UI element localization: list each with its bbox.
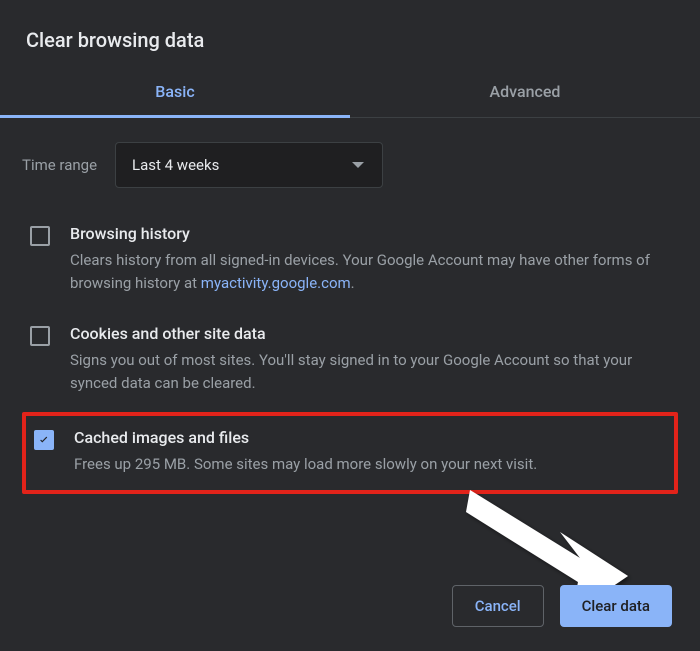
tab-advanced[interactable]: Advanced <box>350 70 700 117</box>
time-range-value: Last 4 weeks <box>132 156 219 174</box>
option-cookies: Cookies and other site data Signs you ou… <box>22 310 678 410</box>
option-browsing-history: Browsing history Clears history from all… <box>22 210 678 310</box>
option-body: Browsing history Clears history from all… <box>70 224 670 294</box>
tab-basic-label: Basic <box>155 82 194 101</box>
option-title: Browsing history <box>70 224 670 243</box>
dialog-title: Clear browsing data <box>0 0 700 70</box>
desc-text-pre: Clears history from all signed-in device… <box>70 251 650 292</box>
clear-data-button-label: Clear data <box>582 597 650 615</box>
tab-advanced-label: Advanced <box>490 82 561 101</box>
option-body: Cached images and files Frees up 295 MB.… <box>74 428 666 476</box>
checkbox-cached-images[interactable] <box>34 430 54 450</box>
myactivity-link[interactable]: myactivity.google.com <box>201 274 351 292</box>
cancel-button[interactable]: Cancel <box>452 585 544 627</box>
clear-data-button[interactable]: Clear data <box>560 585 672 627</box>
tab-basic[interactable]: Basic <box>0 70 350 118</box>
chevron-down-icon <box>352 162 364 168</box>
tabs: Basic Advanced <box>0 70 700 118</box>
time-range-select[interactable]: Last 4 weeks <box>115 142 383 188</box>
option-desc: Clears history from all signed-in device… <box>70 249 670 294</box>
desc-text-post: . <box>351 274 355 292</box>
clear-browsing-data-dialog: Clear browsing data Basic Advanced Time … <box>0 0 700 651</box>
option-title: Cached images and files <box>74 428 666 447</box>
checkbox-browsing-history[interactable] <box>30 226 50 246</box>
cancel-button-label: Cancel <box>475 597 521 615</box>
time-range-row: Time range Last 4 weeks <box>0 118 700 198</box>
annotation-highlight-box: Cached images and files Frees up 295 MB.… <box>22 412 678 494</box>
option-desc: Frees up 295 MB. Some sites may load mor… <box>74 453 666 476</box>
option-body: Cookies and other site data Signs you ou… <box>70 324 670 394</box>
checkbox-cookies[interactable] <box>30 326 50 346</box>
dialog-footer: Cancel Clear data <box>452 585 672 627</box>
time-range-label: Time range <box>22 156 97 174</box>
option-cached-images: Cached images and files Frees up 295 MB.… <box>26 416 674 490</box>
option-desc: Signs you out of most sites. You'll stay… <box>70 349 670 394</box>
options-list: Browsing history Clears history from all… <box>0 198 700 494</box>
option-title: Cookies and other site data <box>70 324 670 343</box>
